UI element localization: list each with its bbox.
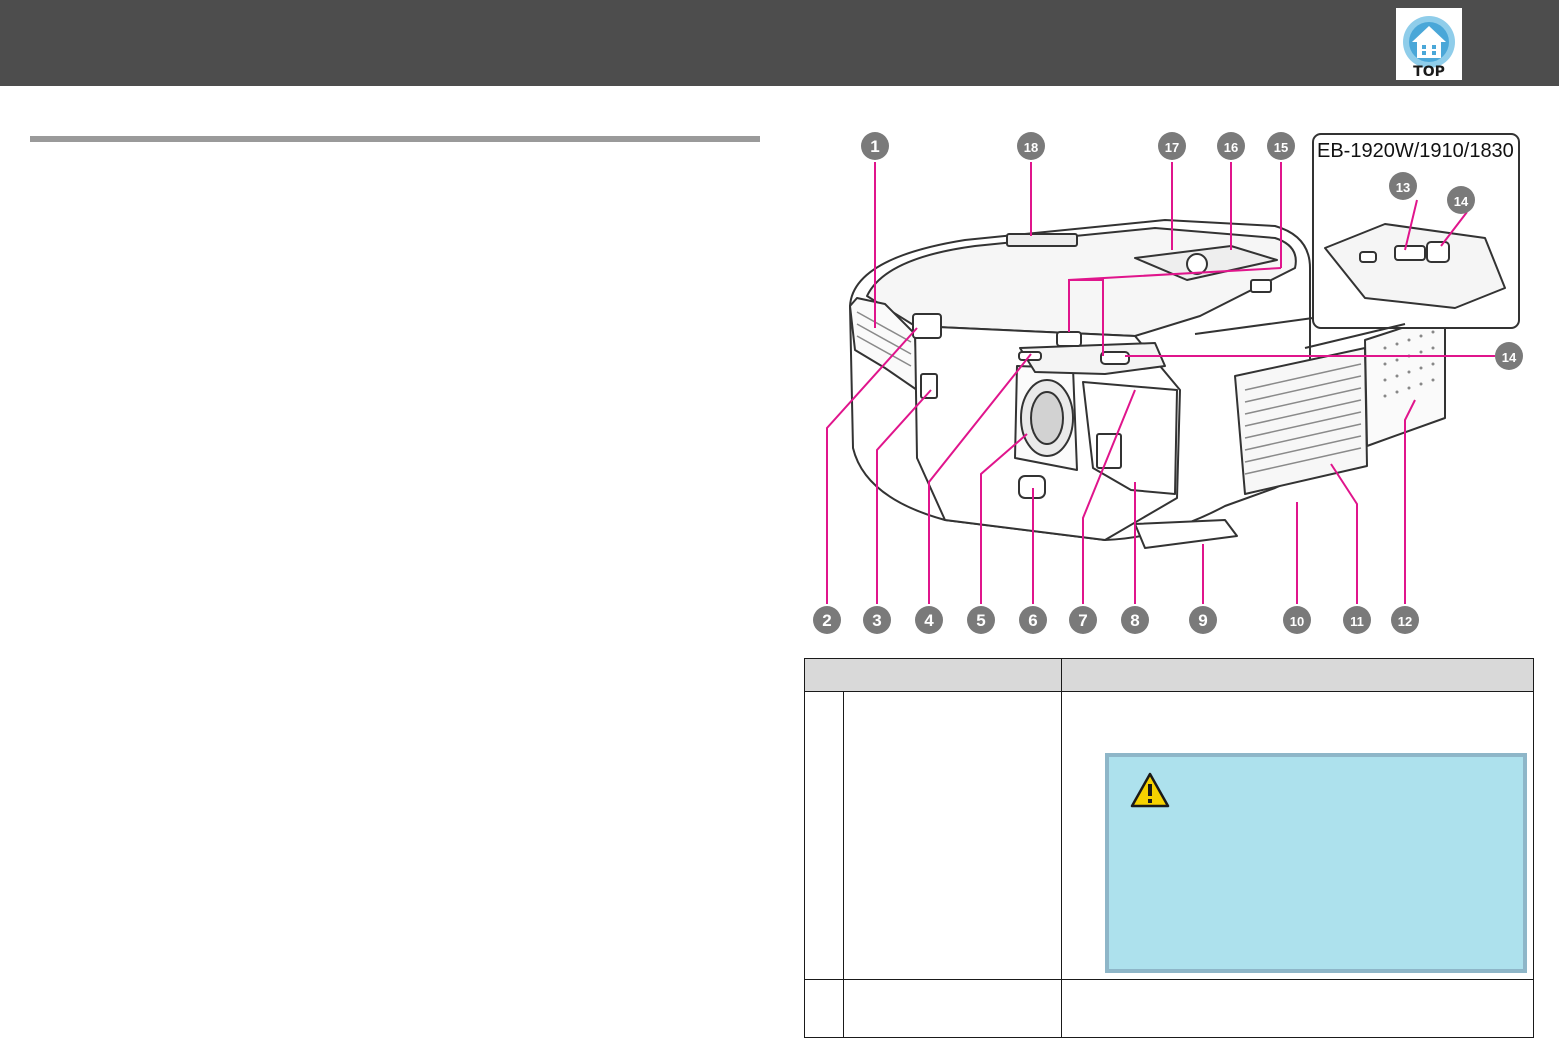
callout-4: 4 bbox=[915, 606, 943, 634]
callout-16: 16 bbox=[1217, 132, 1245, 160]
projector-diagram: 1 2 3 4 5 6 7 8 9 10 11 12 13 14 15 16 17 18 14 EB-1920W/1… bbox=[805, 128, 1535, 648]
top-button[interactable]: TOP bbox=[1396, 8, 1462, 80]
top-label: TOP bbox=[1413, 64, 1445, 80]
callout-14: 14 bbox=[1495, 342, 1523, 370]
callout-number: 1 bbox=[870, 137, 879, 156]
callout-17: 17 bbox=[1158, 132, 1186, 160]
callout-11: 11 bbox=[1343, 606, 1371, 634]
callout-number: 14 bbox=[1454, 194, 1469, 209]
callout-10: 10 bbox=[1283, 606, 1311, 634]
section-divider bbox=[30, 136, 760, 142]
callout-18: 18 bbox=[1017, 132, 1045, 160]
callout-number: 9 bbox=[1198, 611, 1207, 630]
callout-number: 5 bbox=[976, 611, 985, 630]
callout-number: 4 bbox=[924, 611, 934, 630]
callout-number: 14 bbox=[1502, 350, 1517, 365]
callout-number: 13 bbox=[1396, 180, 1410, 195]
table-header bbox=[804, 658, 1534, 693]
callout-7: 7 bbox=[1069, 606, 1097, 634]
callout-9: 9 bbox=[1189, 606, 1217, 634]
callout-number: 3 bbox=[872, 611, 881, 630]
inset-title: EB-1920W/1910/1830 bbox=[1317, 140, 1514, 162]
callout-12: 12 bbox=[1391, 606, 1419, 634]
callout-number: 12 bbox=[1398, 614, 1412, 629]
projector-illustration: 12 3 4 5 6 7 8 9 10 11 1213141516171814 bbox=[813, 132, 1523, 634]
callout-number: 11 bbox=[1350, 614, 1364, 629]
callout-8: 8 bbox=[1121, 606, 1149, 634]
caution-box bbox=[1105, 753, 1527, 973]
callout-number: 17 bbox=[1165, 140, 1179, 155]
callout-number: 6 bbox=[1028, 611, 1037, 630]
callout-2: 2 bbox=[813, 606, 841, 634]
callout-3: 3 bbox=[863, 606, 891, 634]
callout-number: 2 bbox=[822, 611, 831, 630]
warning-triangle-icon bbox=[1130, 772, 1170, 808]
callout-number: 16 bbox=[1224, 140, 1238, 155]
callout-number: 10 bbox=[1290, 614, 1304, 629]
callout-5: 5 bbox=[967, 606, 995, 634]
callout-15: 15 bbox=[1267, 132, 1295, 160]
callout-1: 1 bbox=[861, 132, 889, 160]
callout-number: 18 bbox=[1024, 140, 1038, 155]
callout-number: 7 bbox=[1078, 611, 1087, 630]
header-bar: TOP bbox=[0, 0, 1559, 86]
parts-table bbox=[804, 658, 1534, 1038]
callout-6: 6 bbox=[1019, 606, 1047, 634]
callout-13: 13 bbox=[1389, 172, 1417, 200]
table-row bbox=[804, 980, 1534, 1038]
callout-number: 15 bbox=[1274, 140, 1288, 155]
callout-14: 14 bbox=[1447, 186, 1475, 214]
callout-number: 8 bbox=[1130, 611, 1139, 630]
table-row bbox=[804, 692, 1534, 980]
